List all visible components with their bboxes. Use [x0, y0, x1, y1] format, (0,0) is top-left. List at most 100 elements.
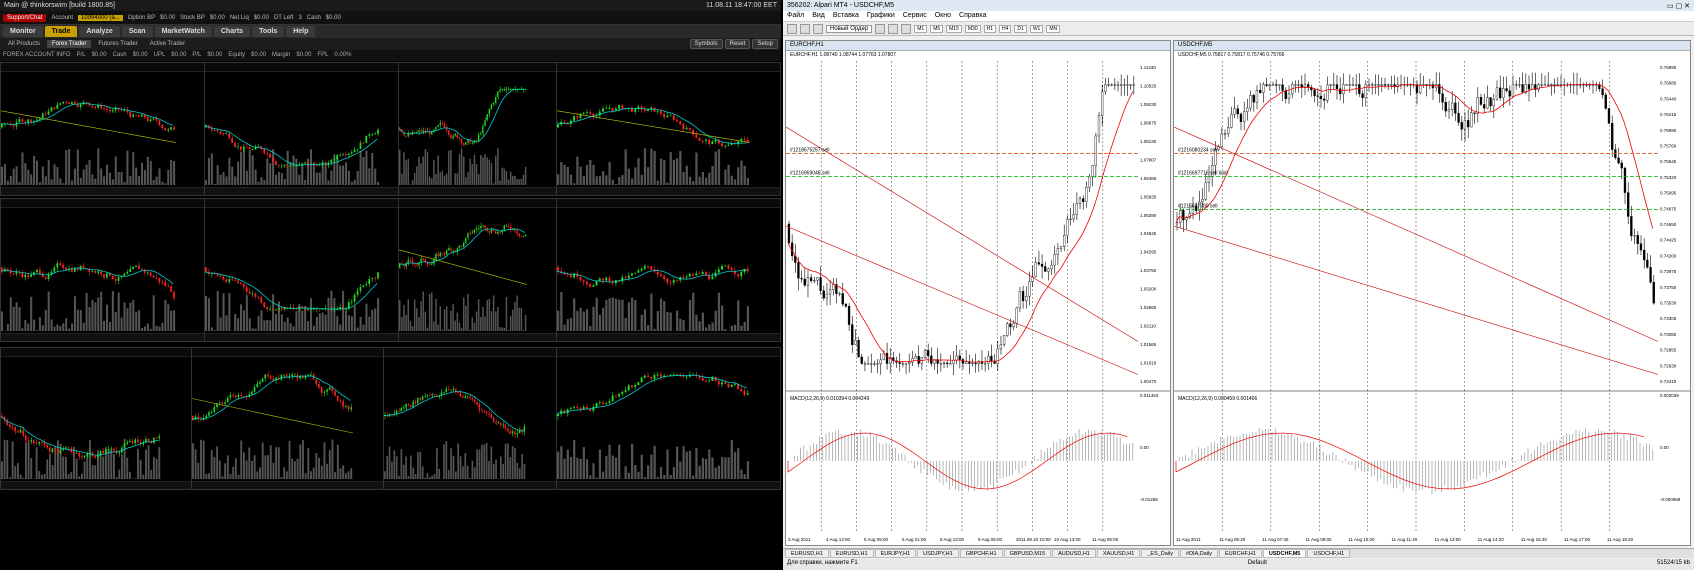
market-watch-icon[interactable]: [813, 23, 823, 34]
price-candle: [465, 142, 467, 145]
cursor-icon[interactable]: [875, 23, 886, 34]
pane-chart-canvas[interactable]: [1, 215, 178, 333]
new-order-button[interactable]: Новый Ордер: [826, 24, 873, 33]
pane-controls[interactable]: [1, 481, 191, 489]
new-chart-icon[interactable]: [787, 23, 797, 34]
support-chat-button[interactable]: Support/Chat: [3, 13, 47, 22]
pane-controls[interactable]: [399, 333, 557, 341]
price-candle: [19, 430, 22, 433]
subtab-forex-trader[interactable]: Forex Trader: [47, 40, 92, 48]
pane-controls[interactable]: [1, 187, 206, 195]
symbols-button[interactable]: Symbols: [689, 39, 723, 49]
pane-chart-canvas[interactable]: [192, 364, 355, 481]
timeframe-button[interactable]: H1: [983, 24, 997, 33]
menu-item[interactable]: Вставка: [833, 12, 859, 20]
volume-bar: [640, 454, 643, 479]
chart-tab[interactable]: XAUUSD,H1: [1096, 549, 1141, 558]
pane-chart-canvas[interactable]: [399, 215, 529, 333]
pane-controls[interactable]: [384, 481, 556, 489]
tab-charts[interactable]: Charts: [213, 26, 251, 37]
price-candle: [210, 411, 213, 413]
profiles-icon[interactable]: [800, 23, 810, 34]
order-label: #1216697716 sell limit: [1178, 171, 1228, 177]
tab-help[interactable]: Help: [286, 26, 316, 37]
tab-scan[interactable]: Scan: [121, 26, 153, 37]
mt4-candle: [1467, 120, 1470, 128]
channel-line: [786, 225, 1139, 375]
price-candle: [173, 127, 175, 130]
price-candle: [630, 385, 633, 388]
pane-controls[interactable]: [557, 481, 780, 489]
menu-item[interactable]: Графики: [867, 12, 895, 20]
price-candle: [359, 142, 362, 149]
eurchf-chart-canvas[interactable]: #1218675257 sell#1216969048 sellMACD(12,…: [786, 61, 1170, 545]
timeframe-button[interactable]: M5: [930, 24, 944, 33]
timeframe-button[interactable]: W1: [1029, 24, 1044, 33]
tab-trade[interactable]: Trade: [44, 26, 78, 37]
chart-tab[interactable]: AUDUSD,H1: [1052, 549, 1096, 558]
menu-item[interactable]: Сервис: [903, 12, 927, 20]
chart-tab[interactable]: #DIA,Daily: [1180, 549, 1219, 558]
chart-tab[interactable]: GBPUSD,M15: [1003, 549, 1052, 558]
pane-controls[interactable]: [557, 333, 780, 341]
chart-tab[interactable]: GBPCHF,H1: [959, 549, 1003, 558]
pane-chart-canvas[interactable]: [557, 79, 752, 187]
pane-controls[interactable]: [205, 333, 410, 341]
volume-bar: [403, 152, 405, 185]
pane-chart-canvas[interactable]: [1, 364, 163, 481]
line-tool-icon[interactable]: [901, 23, 912, 34]
chart-tab[interactable]: EURJPY,H1: [874, 549, 917, 558]
pane-controls[interactable]: [557, 187, 780, 195]
chart-tab[interactable]: EURUSD,H1: [785, 549, 829, 558]
pane-chart-canvas[interactable]: [557, 215, 752, 333]
price-candle: [486, 114, 488, 121]
timeframe-button[interactable]: M1: [914, 24, 928, 33]
timeframe-button[interactable]: MN: [1046, 24, 1061, 33]
acct-info-item: $0.00: [171, 52, 187, 58]
menu-item[interactable]: Файл: [787, 12, 804, 20]
pane-chart-canvas[interactable]: [557, 364, 752, 481]
chart-tab[interactable]: _ES_Daily: [1141, 549, 1180, 558]
price-candle: [137, 439, 139, 443]
tab-analyze[interactable]: Analyze: [79, 26, 120, 37]
chart-tab[interactable]: USDCHF,M5: [1262, 549, 1307, 558]
volume-bar: [260, 310, 263, 331]
tab-marketwatch[interactable]: MarketWatch: [154, 26, 212, 37]
pane-controls[interactable]: [1, 333, 206, 341]
tab-tools[interactable]: Tools: [252, 26, 285, 37]
usdchf-chart-canvas[interactable]: #1216080234 sell#1216697716 sell limit#1…: [1174, 61, 1690, 545]
chart-tab[interactable]: USDJPY,H1: [917, 549, 959, 558]
crosshair-icon[interactable]: [888, 23, 899, 34]
volume-bar: [138, 310, 141, 331]
pane-controls[interactable]: [192, 481, 383, 489]
pane-controls[interactable]: [205, 187, 410, 195]
menu-item[interactable]: Вид: [812, 12, 825, 20]
menu-item[interactable]: Окно: [935, 12, 951, 20]
timeframe-button[interactable]: M15: [946, 24, 962, 33]
mt4-candle: [1265, 84, 1268, 86]
chart-tab[interactable]: EURUSD,H1: [829, 549, 874, 558]
timeframe-button[interactable]: M30: [964, 24, 981, 33]
subtab-futures-trader[interactable]: Futures Trader: [93, 40, 142, 48]
window-controls-icon[interactable]: ▭ ▢ ✕: [1667, 2, 1690, 10]
pane-chart-canvas[interactable]: [384, 364, 528, 481]
volume-bar: [450, 448, 452, 479]
reset-button[interactable]: Reset: [724, 39, 751, 49]
timeframe-button[interactable]: D1: [1014, 24, 1027, 33]
pane-chart-canvas[interactable]: [205, 215, 382, 333]
chart-tab[interactable]: USDCHF,H1: [1307, 549, 1351, 558]
chart-tab[interactable]: EURCHF,H1: [1219, 549, 1262, 558]
subtab-all-products[interactable]: All Products: [3, 40, 45, 48]
tab-monitor[interactable]: Monitor: [3, 26, 43, 37]
price-candle: [155, 437, 158, 439]
pane-chart-canvas[interactable]: [205, 79, 382, 187]
subtab-active-trader[interactable]: Active Trader: [145, 40, 190, 48]
volume-bar: [426, 472, 429, 479]
account-select[interactable]: 10994000 (a...: [78, 14, 123, 21]
timeframe-button[interactable]: H4: [999, 24, 1012, 33]
setup-button[interactable]: Setup: [752, 39, 778, 49]
pane-chart-canvas[interactable]: [1, 79, 178, 187]
menu-item[interactable]: Справка: [959, 12, 986, 20]
pane-chart-canvas[interactable]: [399, 79, 529, 187]
pane-controls[interactable]: [399, 187, 557, 195]
